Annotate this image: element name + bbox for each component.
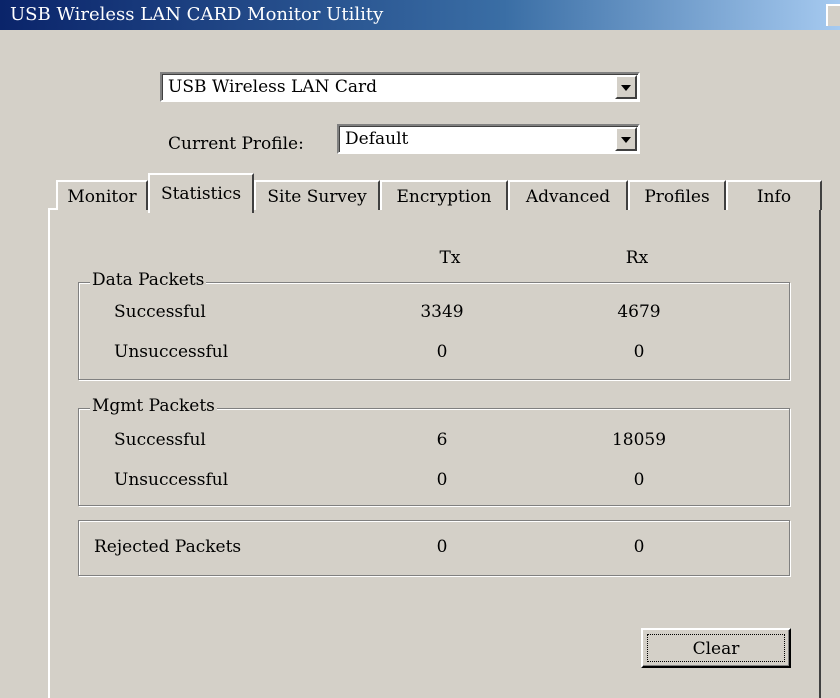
data-packets-title: Data Packets	[90, 270, 207, 290]
data-successful-label: Successful	[114, 302, 206, 322]
clear-button[interactable]: Clear	[641, 628, 791, 668]
data-unsuccessful-label: Unsuccessful	[114, 342, 229, 362]
mgmt-packets-group	[78, 408, 790, 506]
tab-profiles-label: Profiles	[644, 187, 710, 207]
tab-advanced[interactable]: Advanced	[508, 180, 628, 210]
tab-monitor-label: Monitor	[67, 187, 137, 207]
profile-select-value: Default	[345, 129, 409, 149]
mgmt-unsuccessful-rx: 0	[633, 470, 645, 490]
rejected-rx: 0	[633, 537, 645, 557]
tab-site-survey[interactable]: Site Survey	[254, 180, 380, 210]
data-packets-group	[78, 282, 790, 380]
tab-advanced-label: Advanced	[525, 187, 611, 207]
data-successful-rx: 4679	[617, 302, 661, 322]
tab-encryption-label: Encryption	[396, 187, 492, 207]
mgmt-successful-rx: 18059	[611, 430, 667, 450]
profile-select[interactable]: Default	[337, 124, 640, 154]
clear-button-label: Clear	[647, 634, 785, 662]
mgmt-successful-tx: 6	[436, 430, 448, 450]
adapter-select-value: USB Wireless LAN Card	[168, 77, 378, 97]
tab-info-label: Info	[756, 187, 792, 207]
mgmt-unsuccessful-label: Unsuccessful	[114, 470, 229, 490]
profile-dropdown-arrow-icon[interactable]	[615, 127, 637, 151]
tab-statistics-label: Statistics	[160, 184, 242, 204]
rejected-packets-label: Rejected Packets	[94, 537, 242, 557]
tab-site-survey-label: Site Survey	[267, 187, 367, 207]
title-bar: USB Wireless LAN CARD Monitor Utility	[0, 0, 840, 30]
current-profile-label: Current Profile:	[168, 134, 304, 154]
mgmt-successful-label: Successful	[114, 430, 206, 450]
adapter-dropdown-arrow-icon[interactable]	[615, 75, 637, 99]
data-unsuccessful-tx: 0	[436, 342, 448, 362]
adapter-select[interactable]: USB Wireless LAN Card	[160, 72, 640, 102]
rejected-tx: 0	[436, 537, 448, 557]
data-unsuccessful-rx: 0	[633, 342, 645, 362]
data-successful-tx: 3349	[420, 302, 464, 322]
title-bar-button[interactable]	[826, 4, 840, 26]
mgmt-unsuccessful-tx: 0	[436, 470, 448, 490]
mgmt-packets-title: Mgmt Packets	[90, 396, 217, 416]
column-header-rx: Rx	[625, 248, 649, 268]
window-title: USB Wireless LAN CARD Monitor Utility	[10, 4, 384, 25]
tab-statistics[interactable]: Statistics	[148, 173, 254, 213]
tab-monitor[interactable]: Monitor	[56, 180, 148, 210]
tab-profiles[interactable]: Profiles	[628, 180, 726, 210]
column-header-tx: Tx	[439, 248, 461, 268]
tab-encryption[interactable]: Encryption	[380, 180, 508, 210]
tab-info[interactable]: Info	[726, 180, 822, 210]
